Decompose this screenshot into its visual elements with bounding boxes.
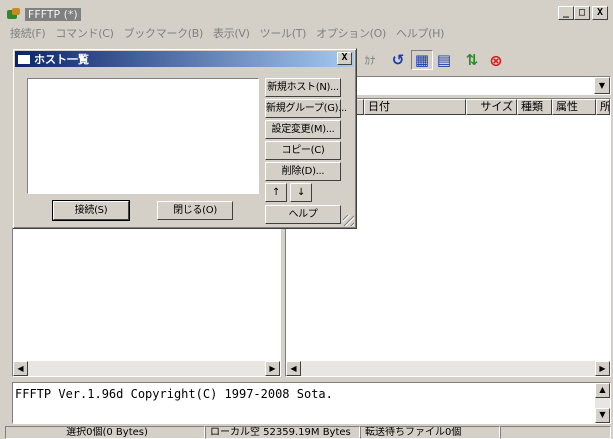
scroll-track[interactable] <box>301 361 595 376</box>
scroll-left-icon[interactable]: ◀ <box>286 361 301 376</box>
host-list[interactable] <box>27 78 259 194</box>
menu-bookmark[interactable]: ブックマーク(B) <box>119 25 208 41</box>
menu-help[interactable]: ヘルプ(H) <box>391 25 449 41</box>
refresh-icon[interactable]: ↺ <box>387 50 409 70</box>
maximize-button[interactable]: □ <box>574 6 590 20</box>
remote-horizontal-scrollbar[interactable]: ◀ ▶ <box>286 361 610 376</box>
status-selected: 選択0個(0 Bytes) <box>5 426 205 439</box>
menu-connect[interactable]: 接続(F) <box>5 25 50 41</box>
list-view-icon[interactable]: ▦ <box>411 50 433 70</box>
copy-button[interactable]: コピー(C) <box>265 141 341 160</box>
status-local-free: ローカル空 52359.19M Bytes <box>205 426 360 439</box>
dialog-title-bar[interactable]: ホスト一覧 X <box>15 51 354 67</box>
column-header-size[interactable]: サイズ <box>466 99 517 115</box>
column-header-date[interactable]: 日付 <box>364 99 466 115</box>
column-header-type[interactable]: 種類 <box>517 99 552 115</box>
move-up-button[interactable]: ↑ <box>265 183 287 202</box>
close-dialog-button[interactable]: 閉じる(O) <box>157 201 233 220</box>
log-vertical-scrollbar[interactable]: ▲ ▼ <box>595 383 610 423</box>
app-title: FFFTP (*) <box>25 7 81 21</box>
resize-grip[interactable] <box>343 215 354 226</box>
connect-button[interactable]: 接続(S) <box>52 200 130 221</box>
local-horizontal-scrollbar[interactable]: ◀ ▶ <box>13 361 280 376</box>
dialog-title: ホスト一覧 <box>34 53 89 66</box>
scroll-up-icon[interactable]: ▲ <box>595 383 610 398</box>
scroll-down-icon[interactable]: ▼ <box>595 408 610 423</box>
new-host-button[interactable]: 新規ホスト(N)... <box>265 78 341 97</box>
dialog-close-button[interactable]: X <box>337 52 352 65</box>
new-group-button[interactable]: 新規グループ(G)... <box>265 99 347 118</box>
close-button[interactable]: X <box>592 6 608 20</box>
log-text: FFFTP Ver.1.96d Copyright(C) 1997-2008 S… <box>15 387 333 401</box>
menu-view[interactable]: 表示(V) <box>208 25 255 41</box>
menu-options[interactable]: オプション(O) <box>311 25 391 41</box>
detail-view-icon[interactable]: ▤ <box>433 50 455 70</box>
column-header-attributes[interactable]: 属性 <box>552 99 596 115</box>
scroll-track[interactable] <box>28 361 265 376</box>
delete-button[interactable]: 削除(D)... <box>265 162 341 181</box>
sync-icon[interactable]: ⇅ <box>461 50 483 70</box>
main-window: FFFTP (*) _ □ X 接続(F) コマンド(C) ブックマーク(B) … <box>0 0 613 439</box>
status-transfer-queue: 転送待ちファイル0個 <box>360 426 500 439</box>
title-bar[interactable]: FFFTP (*) _ □ X <box>5 5 610 23</box>
window-icon <box>18 54 30 64</box>
menu-bar: 接続(F) コマンド(C) ブックマーク(B) 表示(V) ツール(T) オプシ… <box>5 24 610 41</box>
move-down-button[interactable]: ↓ <box>290 183 312 202</box>
scroll-right-icon[interactable]: ▶ <box>595 361 610 376</box>
status-bar: 選択0個(0 Bytes) ローカル空 52359.19M Bytes 転送待ち… <box>5 426 611 439</box>
column-header-owner[interactable]: 所 <box>596 99 610 115</box>
stop-icon[interactable]: ⊗ <box>485 50 507 70</box>
scroll-right-icon[interactable]: ▶ <box>265 361 280 376</box>
caption-buttons: _ □ X <box>558 6 608 20</box>
minimize-button[interactable]: _ <box>558 6 574 20</box>
app-icon <box>7 8 21 20</box>
scroll-left-icon[interactable]: ◀ <box>13 361 28 376</box>
log-area[interactable]: FFFTP Ver.1.96d Copyright(C) 1997-2008 S… <box>12 382 611 424</box>
status-empty <box>500 426 611 439</box>
menu-tools[interactable]: ツール(T) <box>255 25 312 41</box>
chevron-down-icon[interactable]: ▼ <box>594 77 610 94</box>
kana-button[interactable]: ｶﾅ <box>359 50 381 70</box>
help-button[interactable]: ヘルプ <box>265 205 341 224</box>
settings-change-button[interactable]: 設定変更(M)... <box>265 120 341 139</box>
menu-command[interactable]: コマンド(C) <box>50 25 118 41</box>
host-list-dialog: ホスト一覧 X 新規ホスト(N)... 新規グループ(G)... 設定変更(M)… <box>12 48 357 229</box>
